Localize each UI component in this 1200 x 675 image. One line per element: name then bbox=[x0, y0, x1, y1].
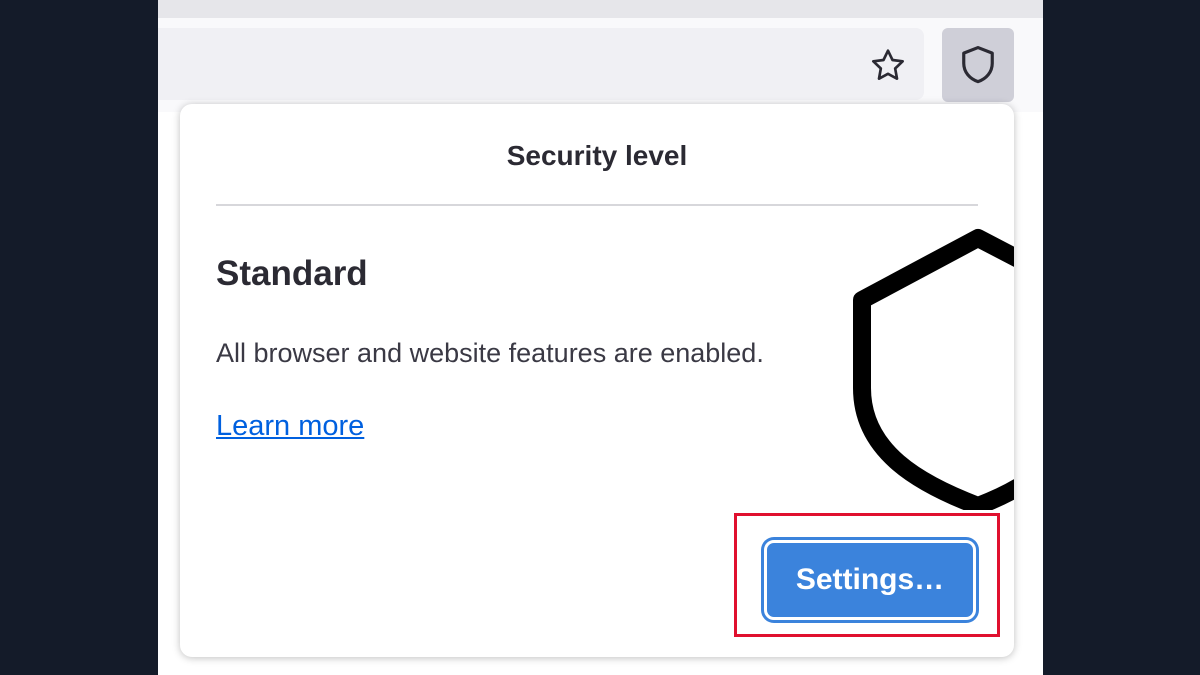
browser-window: Security level Standard All browser and … bbox=[158, 0, 1043, 675]
bookmark-star-button[interactable] bbox=[864, 42, 912, 90]
star-icon bbox=[872, 49, 904, 80]
security-level-panel: Security level Standard All browser and … bbox=[180, 104, 1014, 657]
learn-more-link[interactable]: Learn more bbox=[216, 410, 364, 443]
panel-divider bbox=[216, 204, 978, 206]
shield-illustration-icon bbox=[853, 229, 1014, 510]
settings-button[interactable]: Settings… bbox=[764, 540, 976, 620]
tab-strip bbox=[158, 0, 1043, 18]
panel-title: Security level bbox=[506, 140, 688, 171]
security-level-button[interactable] bbox=[942, 28, 1014, 102]
address-bar[interactable] bbox=[158, 28, 924, 100]
security-level-description: All browser and website features are ena… bbox=[216, 338, 764, 368]
security-level-name: Standard bbox=[216, 254, 368, 293]
shield-icon bbox=[962, 45, 994, 84]
